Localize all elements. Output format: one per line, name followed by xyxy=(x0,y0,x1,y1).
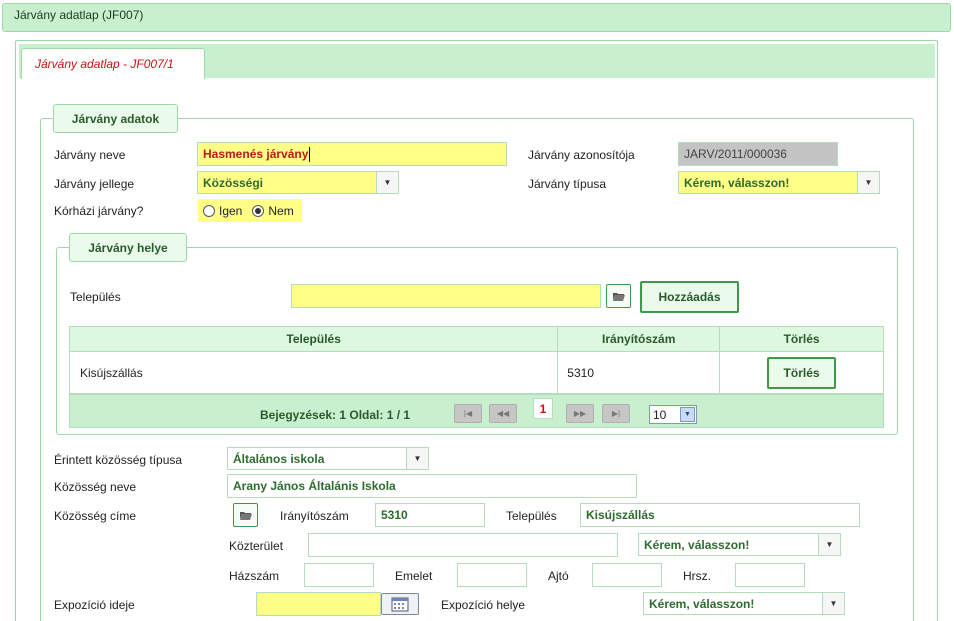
epidemic-character-label: Járvány jellege xyxy=(54,177,135,191)
settlement-input[interactable] xyxy=(291,284,601,308)
epidemic-name-input[interactable]: Hasmenés járvány xyxy=(197,142,507,166)
exposure-place-label: Expozíció helye xyxy=(441,598,526,612)
exposure-place-select[interactable]: Kérem, válasszon! ▼ xyxy=(643,592,845,615)
door-label: Ajtó xyxy=(548,569,569,583)
radio-yes-label: Igen xyxy=(219,203,243,218)
column-header-settlement: Település xyxy=(68,326,559,352)
delete-row-button[interactable]: Törlés xyxy=(767,356,837,389)
floor-input[interactable] xyxy=(457,563,527,587)
prev-page-button[interactable]: ◀◀ xyxy=(489,404,517,423)
first-page-icon: |◀ xyxy=(463,409,473,418)
chevron-down-icon[interactable]: ▼ xyxy=(680,407,695,422)
page-size-select[interactable]: 10 ▼ xyxy=(649,405,697,424)
location-table: Település Irányítószám Törlés Kisújszáll… xyxy=(68,326,884,394)
radio-yes[interactable] xyxy=(203,204,215,217)
folder-open-icon xyxy=(239,511,252,520)
community-name-value: Arany János Általánis Iskola xyxy=(233,479,396,493)
chevron-down-icon[interactable]: ▼ xyxy=(376,172,398,193)
epidemic-name-value: Hasmenés járvány xyxy=(203,147,309,161)
community-address-label: Közösség címe xyxy=(54,509,137,523)
column-header-zip: Irányítószám xyxy=(557,326,721,352)
add-settlement-button[interactable]: Hozzáadás xyxy=(640,281,739,313)
exposure-place-value: Kérem, válasszon! xyxy=(649,596,755,611)
column-header-delete: Törlés xyxy=(719,326,884,352)
epidemic-name-label: Járvány neve xyxy=(54,148,126,162)
hospital-epidemic-radio-group: Igen Nem xyxy=(198,199,302,222)
street-input[interactable] xyxy=(308,533,618,557)
window-title-bar xyxy=(2,3,951,32)
folder-open-button[interactable] xyxy=(606,284,631,308)
community-type-select[interactable]: Általános iskola ▼ xyxy=(227,447,429,470)
house-number-label: Házszám xyxy=(229,569,280,583)
table-row: Kisújszállás 5310 Törlés xyxy=(68,351,884,394)
house-number-input[interactable] xyxy=(304,563,374,587)
last-page-button[interactable]: ▶| xyxy=(602,404,630,423)
exposure-time-input[interactable] xyxy=(256,592,381,616)
tab-jf007-1-label: Járvány adatlap - JF007/1 xyxy=(35,57,174,71)
epidemic-character-select[interactable]: Közösségi ▼ xyxy=(197,171,399,194)
chevron-down-icon[interactable]: ▼ xyxy=(857,172,879,193)
zip-input[interactable]: 5310 xyxy=(375,503,485,527)
chevron-down-icon[interactable]: ▼ xyxy=(822,593,844,614)
exposure-time-label: Expozíció ideje xyxy=(54,598,135,612)
radio-no-dot xyxy=(255,207,262,214)
chevron-down-icon[interactable]: ▼ xyxy=(406,448,428,469)
current-page[interactable]: 1 xyxy=(533,398,553,419)
street-type-value: Kérem, válasszon! xyxy=(644,537,750,552)
epidemic-type-label: Járvány típusa xyxy=(528,177,607,191)
table-header-row: Település Irányítószám Törlés xyxy=(68,326,884,352)
calendar-icon xyxy=(391,597,409,611)
hospital-epidemic-label: Kórházi járvány? xyxy=(54,204,144,218)
next-page-button[interactable]: ▶▶ xyxy=(566,404,594,423)
date-picker-button[interactable] xyxy=(381,593,419,615)
address-lookup-button[interactable] xyxy=(233,503,258,527)
epidemic-character-value: Közösségi xyxy=(203,175,264,190)
community-name-label: Közösség neve xyxy=(54,480,137,494)
table-cell-zip: 5310 xyxy=(557,351,721,394)
table-cell-settlement: Kisújszállás xyxy=(68,351,559,394)
lot-number-label: Hrsz. xyxy=(683,569,711,583)
epidemic-location-legend: Járvány helye xyxy=(69,233,187,262)
prev-page-icon: ◀◀ xyxy=(496,409,510,418)
lot-number-input[interactable] xyxy=(735,563,805,587)
door-input[interactable] xyxy=(592,563,662,587)
community-type-label: Érintett közösség típusa xyxy=(54,453,183,467)
settlement-label: Település xyxy=(70,290,121,304)
radio-no-label: Nem xyxy=(268,203,294,218)
floor-label: Emelet xyxy=(395,569,433,583)
page-size-value: 10 xyxy=(653,407,667,422)
last-page-icon: ▶| xyxy=(611,409,621,418)
epidemic-type-value: Kérem, válasszon! xyxy=(684,175,790,190)
radio-no[interactable] xyxy=(252,204,265,217)
folder-open-icon xyxy=(612,292,625,301)
window-title: Járvány adatlap (JF007) xyxy=(14,8,144,22)
epidemic-id-label: Járvány azonosítója xyxy=(528,148,635,162)
next-page-icon: ▶▶ xyxy=(573,409,587,418)
pager-info: Bejegyzések: 1 Oldal: 1 / 1 xyxy=(260,408,411,422)
city-value: Kisújszállás xyxy=(586,508,655,522)
epidemic-data-legend: Járvány adatok xyxy=(53,104,178,133)
epidemic-id-value: JARV/2011/000036 xyxy=(684,147,787,161)
zip-value: 5310 xyxy=(381,508,408,522)
epidemic-id-field: JARV/2011/000036 xyxy=(678,142,838,166)
community-type-value: Általános iskola xyxy=(233,451,325,466)
epidemic-type-select[interactable]: Kérem, válasszon! ▼ xyxy=(678,171,880,194)
community-name-input[interactable]: Arany János Általánis Iskola xyxy=(227,474,637,498)
street-type-select[interactable]: Kérem, válasszon! ▼ xyxy=(638,533,841,556)
zip-label: Irányítószám xyxy=(280,509,349,523)
chevron-down-icon[interactable]: ▼ xyxy=(818,534,840,555)
table-cell-delete: Törlés xyxy=(719,351,884,394)
city-label: Település xyxy=(506,509,557,523)
text-caret xyxy=(309,146,311,162)
street-label: Közterület xyxy=(229,539,284,553)
first-page-button[interactable]: |◀ xyxy=(454,404,482,423)
city-input[interactable]: Kisújszállás xyxy=(580,503,860,527)
